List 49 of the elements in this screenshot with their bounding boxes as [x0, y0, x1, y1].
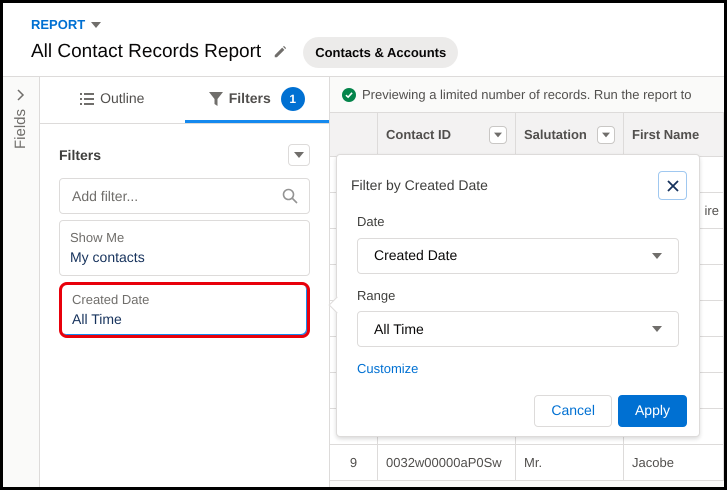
field-label: Date: [357, 213, 386, 231]
customize-link[interactable]: Customize: [357, 359, 418, 378]
panel-tab[interactable]: Filters 1: [184, 77, 329, 123]
filter-value: All Time: [72, 310, 123, 330]
filter-card[interactable]: Created Date All Time: [59, 282, 310, 338]
pencil-icon[interactable]: [273, 45, 288, 60]
table-cell-text: 0032w00000aP0Sw: [386, 454, 502, 472]
filter-label: Show Me: [70, 228, 126, 247]
filters-menu-button[interactable]: [288, 144, 310, 166]
add-filter-field[interactable]: Add filter...: [59, 178, 310, 214]
close-button[interactable]: [658, 171, 687, 200]
funnel-icon: [208, 92, 223, 106]
dropdown-caret-icon: [91, 20, 102, 30]
select-field[interactable]: Created Date: [357, 238, 679, 274]
report-type-badge: Contacts & Accounts: [303, 36, 458, 68]
filter-card[interactable]: Show Me My contacts: [59, 220, 310, 276]
report-title: All Contact Records Report: [31, 40, 262, 64]
cancel-button[interactable]: Cancel: [534, 394, 612, 426]
table-cell-text: Mr.: [524, 454, 542, 472]
fields-label[interactable]: Fields: [10, 109, 32, 150]
select-field[interactable]: All Time: [357, 311, 679, 347]
check-circle-icon: [342, 88, 356, 102]
popover-title: Filter by Created Date: [351, 176, 488, 195]
filter-value: My contacts: [70, 248, 146, 268]
caret-icon: [602, 132, 610, 138]
column-menu-button[interactable]: [489, 126, 507, 144]
column-header[interactable]: First Name: [632, 124, 700, 144]
caret-icon: [652, 324, 662, 334]
table-cell-text: ire: [704, 202, 719, 220]
column-menu-button[interactable]: [597, 126, 615, 144]
caret-icon: [494, 132, 502, 138]
apply-button[interactable]: Apply: [618, 394, 687, 426]
table-cell-text: Jacobe: [632, 454, 674, 472]
close-icon: [666, 180, 678, 192]
caret-icon: [294, 150, 304, 160]
filters-heading: Filters: [59, 146, 102, 164]
column-header[interactable]: Salutation: [524, 124, 587, 144]
panel-tab[interactable]: Outline: [40, 77, 184, 123]
field-label: Range: [357, 286, 396, 305]
object-label: REPORT: [31, 16, 86, 34]
row-number: 9: [350, 454, 358, 472]
preview-notice: Previewing a limited number of records. Run the report to: [362, 86, 692, 104]
search-icon: [282, 188, 298, 204]
caret-icon: [652, 250, 662, 260]
column-header[interactable]: Contact ID: [386, 124, 451, 144]
filter-label: Created Date: [72, 290, 150, 309]
list-icon: [80, 92, 94, 104]
expand-chevron-icon[interactable]: [17, 89, 25, 101]
count-badge: 1: [280, 86, 305, 110]
